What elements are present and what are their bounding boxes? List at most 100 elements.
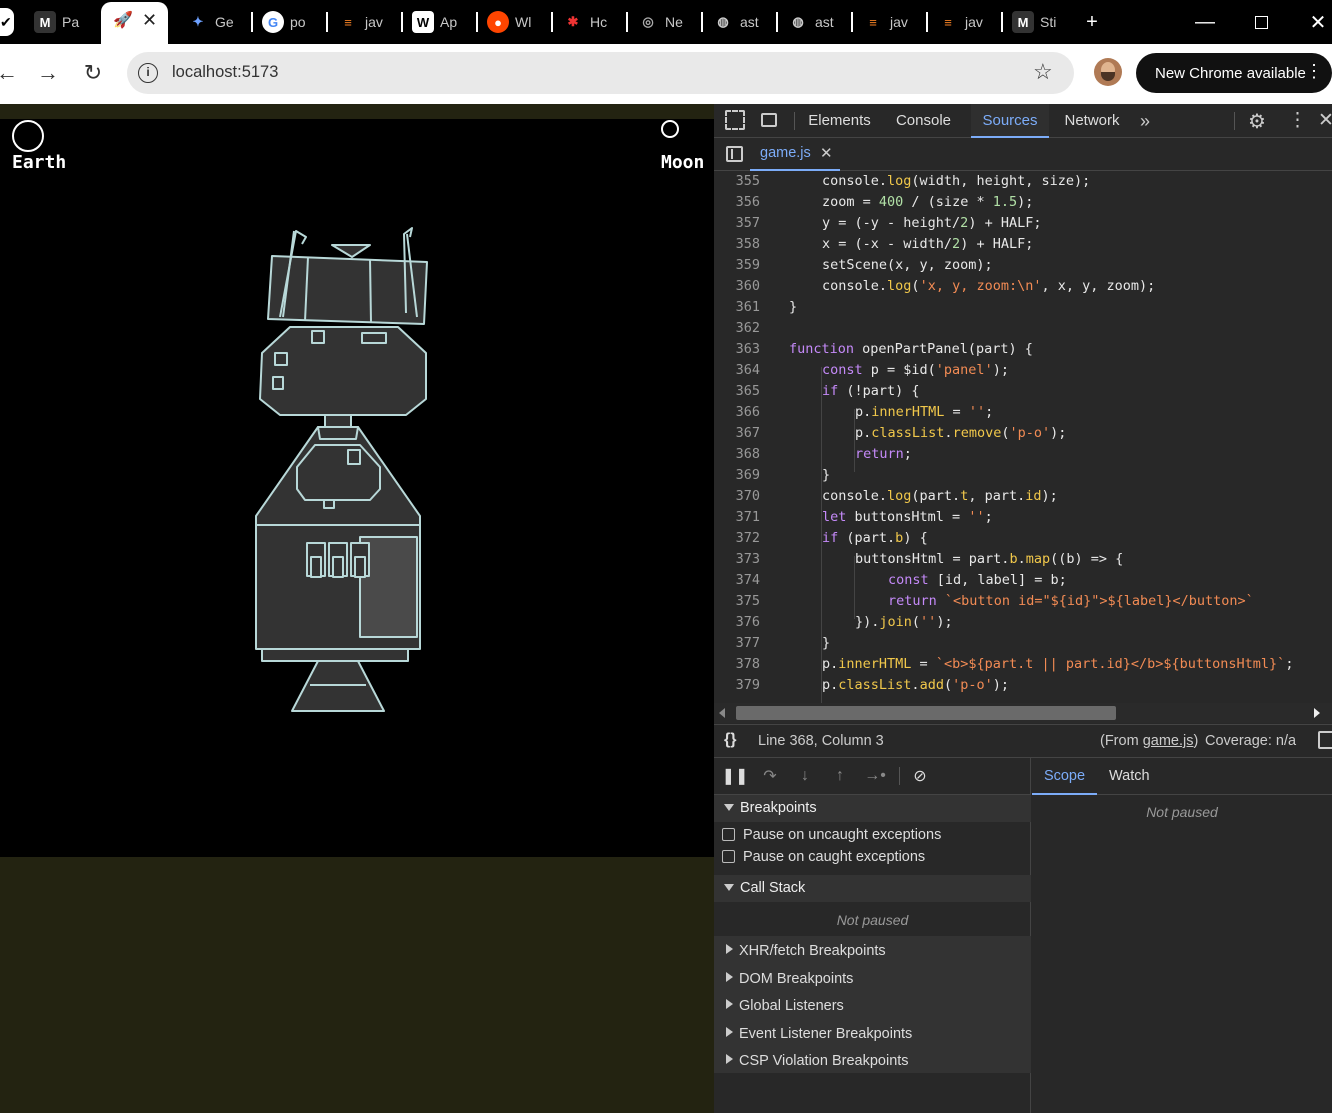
code-line[interactable]: 366 p.innerHTML = ''; <box>714 402 1332 423</box>
devtools-tab-sources[interactable]: Sources <box>971 104 1049 138</box>
line-number[interactable]: 360 <box>714 276 760 297</box>
close-devtools-icon[interactable]: ✕ <box>1318 109 1332 132</box>
browser-tab[interactable]: Gpo <box>262 8 318 36</box>
line-number[interactable]: 376 <box>714 612 760 633</box>
code-line[interactable]: 358 x = (-x - width/2) + HALF; <box>714 234 1332 255</box>
devtools-tab-elements[interactable]: Elements <box>802 104 877 138</box>
new-tab-button[interactable]: + <box>1077 8 1107 36</box>
step-into-icon[interactable]: ↓ <box>794 766 816 786</box>
code-line[interactable]: 379 p.classList.add('p-o'); <box>714 675 1332 696</box>
avatar[interactable] <box>1094 58 1122 86</box>
code-line[interactable]: 370 console.log(part.t, part.id); <box>714 486 1332 507</box>
line-number[interactable]: 375 <box>714 591 760 612</box>
section-global-listeners[interactable]: Global Listeners <box>714 995 1031 1017</box>
toggle-navigator-icon[interactable] <box>726 146 743 162</box>
step-icon[interactable]: →• <box>864 766 886 786</box>
code-line[interactable]: 360 console.log('x, y, zoom:\n', x, y, zo… <box>714 276 1332 297</box>
pause-uncaught-option[interactable]: Pause on uncaught exceptions <box>714 827 1031 843</box>
code-line[interactable]: 369} <box>714 465 1332 486</box>
browser-tab[interactable]: W Ap <box>412 8 468 36</box>
browser-tab[interactable]: ✦ Ge <box>187 8 243 36</box>
breakpoints-section-header[interactable]: Breakpoints <box>714 795 1031 822</box>
line-number[interactable]: 361 <box>714 297 760 318</box>
line-number[interactable]: 379 <box>714 675 760 696</box>
code-editor[interactable]: 355 console.log(width, height, size); 356 z… <box>714 171 1332 703</box>
code-line[interactable]: 364 const p = $id('panel'); <box>714 360 1332 381</box>
section-xhr-fetch-breakpoints[interactable]: XHR/fetch Breakpoints <box>714 940 1031 962</box>
line-number[interactable]: 371 <box>714 507 760 528</box>
code-line[interactable]: 361} <box>714 297 1332 318</box>
code-line[interactable]: 371 let buttonsHtml = ''; <box>714 507 1332 528</box>
deactivate-breakpoints-icon[interactable]: ⊘ <box>909 766 931 786</box>
line-number[interactable]: 373 <box>714 549 760 570</box>
maximize-icon[interactable] <box>1246 8 1276 36</box>
settings-gear-icon[interactable]: ⚙ <box>1248 109 1266 134</box>
line-number[interactable]: 368 <box>714 444 760 465</box>
browser-tab[interactable]: ● Wl <box>487 8 543 36</box>
tab-active[interactable]: 🚀 ✕ <box>101 2 168 44</box>
step-over-icon[interactable]: ↷ <box>759 766 781 786</box>
browser-tab[interactable]: ≡ jav <box>862 8 918 36</box>
tab-scope[interactable]: Scope <box>1032 758 1097 795</box>
horizontal-scrollbar[interactable] <box>714 703 1332 723</box>
pause-caught-option[interactable]: Pause on caught exceptions <box>714 849 1031 865</box>
url-text[interactable]: localhost:5173 <box>172 63 278 82</box>
code-line[interactable]: 377} <box>714 633 1332 654</box>
code-line[interactable]: 356 zoom = 400 / (size * 1.5); <box>714 192 1332 213</box>
code-line[interactable]: 378 p.innerHTML = `<b>${part.t || part.id… <box>714 654 1332 675</box>
line-number[interactable]: 374 <box>714 570 760 591</box>
line-number[interactable]: 363 <box>714 339 760 360</box>
reload-icon[interactable]: ↻ <box>78 58 108 88</box>
code-line[interactable]: 373 buttonsHtml = part.b.map((b) => { <box>714 549 1332 570</box>
browser-tab[interactable]: ◎ Ne <box>637 8 693 36</box>
code-line[interactable]: 374 const [id, label] = b; <box>714 570 1332 591</box>
game-canvas[interactable]: Earth Moon <box>0 119 714 857</box>
devtools-tab-network[interactable]: Network <box>1052 104 1132 138</box>
spacecraft[interactable] <box>0 119 714 857</box>
line-number[interactable]: 357 <box>714 213 760 234</box>
line-number[interactable]: 378 <box>714 654 760 675</box>
docking-probe[interactable] <box>331 244 371 258</box>
forward-arrow-icon[interactable]: → <box>33 58 63 88</box>
pause-resume-icon[interactable]: ❚❚ <box>722 766 749 786</box>
browser-tab[interactable]: ✱ Hc <box>562 8 618 36</box>
new-chrome-available-button[interactable]: New Chrome available ⋮ <box>1136 53 1332 93</box>
section-event-listener-breakpoints[interactable]: Event Listener Breakpoints <box>714 1023 1031 1045</box>
line-number[interactable]: 367 <box>714 423 760 444</box>
line-number[interactable]: 377 <box>714 633 760 654</box>
line-number[interactable]: 366 <box>714 402 760 423</box>
close-window-icon[interactable]: ✕ <box>1303 8 1332 36</box>
device-toolbar-icon[interactable] <box>761 113 777 127</box>
code-line[interactable]: 355 console.log(width, height, size); <box>714 171 1332 192</box>
section-dom-breakpoints[interactable]: DOM Breakpoints <box>714 968 1031 990</box>
line-number[interactable]: 372 <box>714 528 760 549</box>
code-line[interactable]: 365 if (!part) { <box>714 381 1332 402</box>
code-line[interactable]: 375 return `<button id="${id}">${label}</… <box>714 591 1332 612</box>
line-number[interactable]: 362 <box>714 318 760 339</box>
line-number[interactable]: 358 <box>714 234 760 255</box>
code-line[interactable]: 367 p.classList.remove('p-o'); <box>714 423 1332 444</box>
code-line[interactable]: 359 setScene(x, y, zoom); <box>714 255 1332 276</box>
line-number[interactable]: 370 <box>714 486 760 507</box>
lander-module[interactable] <box>259 326 427 416</box>
more-vert-icon[interactable]: ⋮ <box>1305 61 1323 82</box>
code-line[interactable]: 363 function openPartPanel(part) { <box>714 339 1332 360</box>
address-bar[interactable]: i localhost:5173 ☆ <box>127 52 1074 94</box>
call-stack-section-header[interactable]: Call Stack <box>714 875 1031 902</box>
scrollbar-thumb[interactable] <box>736 706 1116 720</box>
devtools-tab-console[interactable]: Console <box>891 104 956 138</box>
tab-search-icon[interactable]: ✔ <box>0 8 14 36</box>
line-number[interactable]: 364 <box>714 360 760 381</box>
close-file-icon[interactable]: ✕ <box>820 144 833 162</box>
source-file-link[interactable]: game.js <box>1143 733 1194 749</box>
browser-tab[interactable]: ≡ jav <box>337 8 393 36</box>
minimize-icon[interactable]: — <box>1190 8 1220 36</box>
code-line[interactable]: 362 <box>714 318 1332 339</box>
close-tab-icon[interactable]: ✕ <box>142 10 157 31</box>
back-arrow-icon[interactable]: ← <box>0 58 22 88</box>
more-options-icon[interactable]: ⋮ <box>1288 109 1307 132</box>
code-line[interactable]: 368 return; <box>714 444 1332 465</box>
browser-tab[interactable]: M Sti <box>1012 8 1068 36</box>
browser-tab[interactable]: ≡ jav <box>937 8 993 36</box>
pause-caught-checkbox[interactable] <box>722 850 735 863</box>
